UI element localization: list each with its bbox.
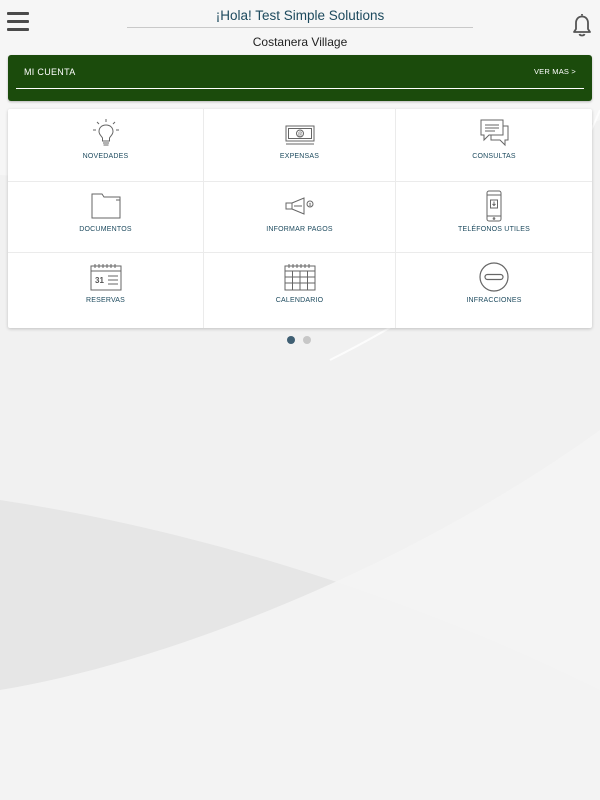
- tile-reservas[interactable]: 31 RESERVAS: [8, 253, 204, 328]
- account-bar[interactable]: MI CUENTA VER MAS >: [8, 55, 592, 101]
- megaphone-icon: $: [285, 197, 313, 215]
- tile-label: TELÉFONOS UTILES: [457, 226, 531, 233]
- tile-label: DOCUMENTOS: [79, 226, 132, 233]
- banknote-icon: @: [285, 125, 314, 145]
- tile-consultas[interactable]: CONSULTAS: [396, 109, 592, 182]
- calendar-grid-icon: [284, 264, 315, 291]
- chat-bubbles-icon: [480, 119, 509, 147]
- account-divider: [16, 88, 584, 89]
- page-dot-2[interactable]: [303, 336, 311, 344]
- feature-grid: NOVEDADES @ EXPENSAS CONSULTAS DOCUMENTO…: [8, 109, 592, 328]
- smartphone-icon: [486, 190, 502, 222]
- tile-informar-pagos[interactable]: $ INFORMAR PAGOS: [204, 182, 396, 253]
- page-indicator: [287, 336, 311, 344]
- building-name: Costanera Village: [252, 35, 348, 49]
- tile-documentos[interactable]: DOCUMENTOS: [8, 182, 204, 253]
- svg-text:@: @: [297, 132, 302, 138]
- tile-label: INFRACCIONES: [466, 297, 522, 304]
- calendar-31-icon: 31: [90, 264, 121, 291]
- hamburger-menu-icon[interactable]: [7, 12, 29, 34]
- tile-expensas[interactable]: @ EXPENSAS: [204, 109, 396, 182]
- see-more-link[interactable]: VER MAS >: [534, 67, 576, 76]
- tile-calendario[interactable]: CALENDARIO: [204, 253, 396, 328]
- tile-telefonos-utiles[interactable]: TELÉFONOS UTILES: [396, 182, 592, 253]
- tile-label: RESERVAS: [85, 297, 126, 304]
- tile-label: CONSULTAS: [472, 153, 516, 160]
- bell-icon[interactable]: [570, 12, 594, 38]
- tile-label: NOVEDADES: [82, 153, 129, 160]
- tile-novedades[interactable]: NOVEDADES: [8, 109, 204, 182]
- no-entry-icon: [479, 262, 509, 292]
- account-title: MI CUENTA: [24, 67, 76, 77]
- page-dot-1[interactable]: [287, 336, 295, 344]
- lightbulb-icon: [92, 119, 119, 146]
- svg-text:31: 31: [95, 276, 104, 285]
- folder-icon: [91, 193, 120, 219]
- app-header: ¡Hola! Test Simple Solutions Costanera V…: [0, 0, 600, 50]
- tile-label: EXPENSAS: [279, 153, 320, 160]
- greeting-title: ¡Hola! Test Simple Solutions: [127, 8, 473, 28]
- tile-infracciones[interactable]: INFRACCIONES: [396, 253, 592, 328]
- tile-label: INFORMAR PAGOS: [266, 226, 333, 233]
- tile-label: CALENDARIO: [275, 297, 324, 304]
- svg-text:$: $: [308, 202, 311, 207]
